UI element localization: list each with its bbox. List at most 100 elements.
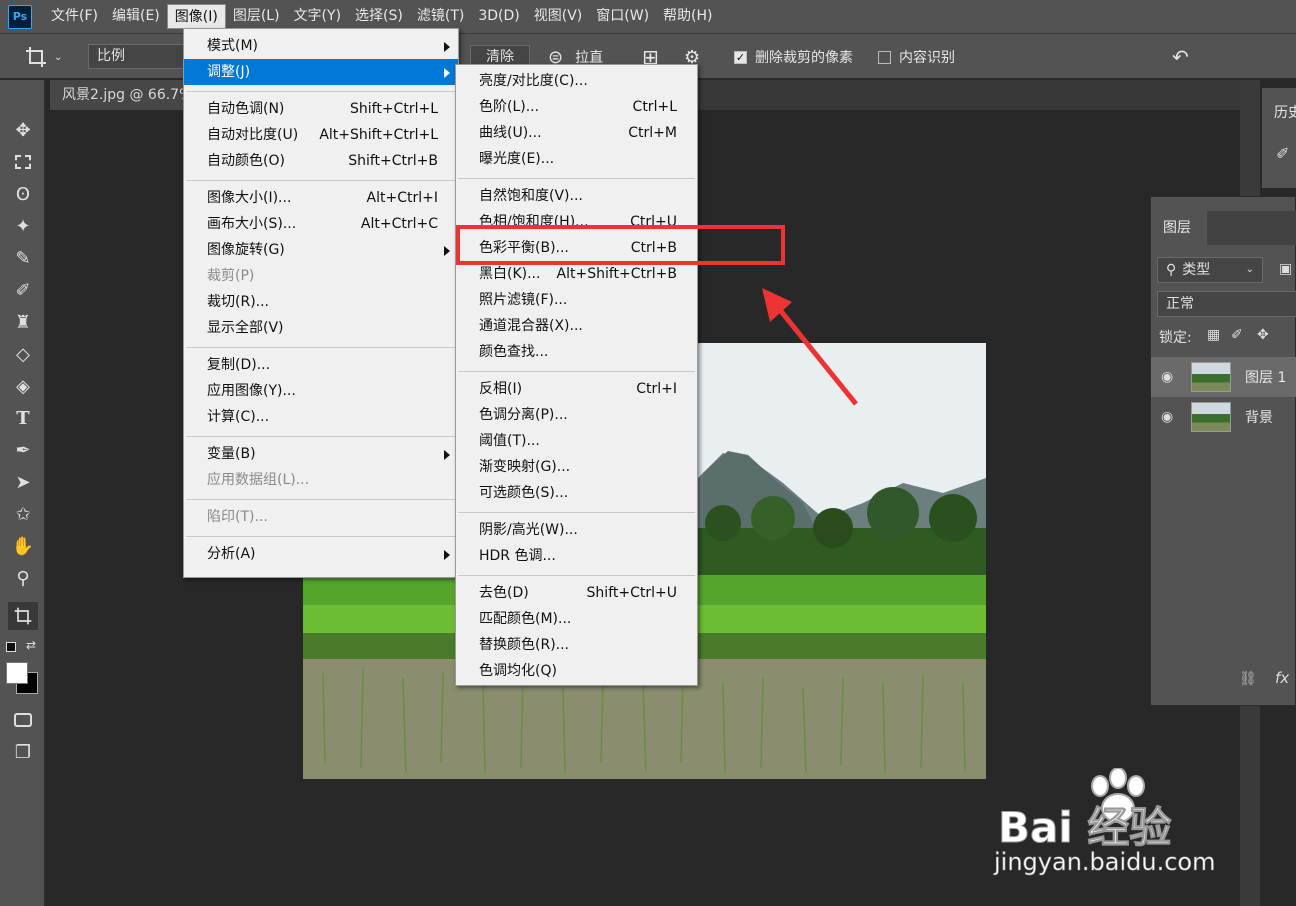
paint-bucket-tool[interactable]: ◈: [8, 372, 38, 400]
delete-cropped-pixels-toggle[interactable]: ✓ 删除裁剪的像素: [734, 34, 853, 80]
adjust_menu-item[interactable]: 去色(D) Shift+Ctrl+U: [456, 580, 697, 606]
image_menu-item[interactable]: 计算(C)...: [184, 404, 458, 430]
menu-edit[interactable]: 编辑(E): [105, 4, 167, 29]
fx-icon[interactable]: fx: [1275, 669, 1289, 687]
image_menu-item[interactable]: 画布大小(S)... Alt+Ctrl+C: [184, 211, 458, 237]
adjust_menu-item[interactable]: 照片滤镜(F)...: [456, 287, 697, 313]
crop-tool-preset[interactable]: ⌄: [24, 34, 62, 80]
menu-view[interactable]: 视图(V): [527, 4, 590, 29]
image_menu-item[interactable]: 分析(A): [184, 541, 458, 567]
marquee-tool[interactable]: [8, 148, 38, 176]
type-tool[interactable]: T: [8, 404, 38, 432]
path-selection-tool[interactable]: ➤: [8, 468, 38, 496]
image_menu-item[interactable]: 图像旋转(G): [184, 237, 458, 263]
kind-filter-select[interactable]: ⚲ 类型 ⌄: [1157, 257, 1263, 283]
brush-tool[interactable]: ✐: [8, 276, 38, 304]
blend-mode-select[interactable]: 正常: [1157, 291, 1296, 317]
eyedropper-tool[interactable]: ✎: [8, 244, 38, 272]
menu-image[interactable]: 图像(I): [166, 4, 226, 29]
layer-name: 背景: [1245, 410, 1273, 426]
adjust_menu-item[interactable]: 亮度/对比度(C)...: [456, 68, 697, 94]
default-colors-icon[interactable]: [6, 642, 16, 652]
menu-3d[interactable]: 3D(D): [471, 4, 526, 29]
adjust_menu-item[interactable]: 颜色查找...: [456, 339, 697, 365]
eye-icon[interactable]: ◉: [1161, 409, 1177, 425]
adjust_menu-item[interactable]: 反相(I) Ctrl+I: [456, 376, 697, 402]
adjust_menu-item[interactable]: 色调分离(P)...: [456, 402, 697, 428]
move-tool[interactable]: ✥: [8, 116, 38, 144]
lasso-tool[interactable]: ʘ: [8, 180, 38, 208]
adjust_menu-item[interactable]: 可选颜色(S)...: [456, 480, 697, 506]
crop-tool[interactable]: [8, 602, 38, 630]
image_menu-item[interactable]: 显示全部(V): [184, 315, 458, 341]
pen-tool[interactable]: ✒: [8, 436, 38, 464]
menu-type[interactable]: 文字(Y): [287, 4, 348, 29]
screen-mode-button[interactable]: ❐: [8, 738, 38, 766]
document-tab[interactable]: 风景2.jpg @ 66.7%: [50, 80, 200, 110]
image_menu-item-shortcut: Alt+Shift+Ctrl+L: [319, 127, 438, 143]
image_menu-item[interactable]: 模式(M): [184, 33, 458, 59]
adjust_menu-item[interactable]: 色调均化(Q): [456, 658, 697, 684]
menu-help[interactable]: 帮助(H): [656, 4, 719, 29]
adjust_menu-item[interactable]: 匹配颜色(M)...: [456, 606, 697, 632]
adjust_menu-item-label: 替换颜色(R)...: [479, 637, 570, 653]
adjust_menu-item[interactable]: 阴影/高光(W)...: [456, 517, 697, 543]
image_menu-item[interactable]: 自动颜色(O) Shift+Ctrl+B: [184, 148, 458, 174]
adjust_menu-item[interactable]: 替换颜色(R)...: [456, 632, 697, 658]
image_menu-item[interactable]: 复制(D)...: [184, 352, 458, 378]
adjust_menu-item[interactable]: 色阶(L)... Ctrl+L: [456, 94, 697, 120]
layer-row[interactable]: ◉ 图层 1: [1151, 357, 1296, 397]
content-aware-checkbox[interactable]: [878, 50, 891, 64]
link-layers-icon[interactable]: ⛓: [1239, 671, 1257, 687]
menu-select[interactable]: 选择(S): [348, 4, 410, 29]
swap-colors-icon[interactable]: ⇄: [26, 638, 36, 652]
menu-layer[interactable]: 图层(L): [226, 4, 287, 29]
layers-tab[interactable]: 图层: [1151, 211, 1207, 245]
content-aware-toggle[interactable]: 内容识别: [878, 34, 955, 80]
move-icon: ✥: [15, 119, 31, 141]
highlight-box: [456, 225, 785, 265]
quick-mask-button[interactable]: [8, 706, 38, 734]
filter-image-icon[interactable]: ▣: [1279, 261, 1292, 277]
menu-filter[interactable]: 滤镜(T): [410, 4, 471, 29]
brush-icon: ✐: [15, 279, 31, 301]
image_menu-item-label: 图像大小(I)...: [207, 190, 292, 206]
adjust_menu-item[interactable]: 阈值(T)...: [456, 428, 697, 454]
magic-wand-tool[interactable]: ✦: [8, 212, 38, 240]
adjust_menu-item-label: 可选颜色(S)...: [479, 485, 569, 501]
delete-cropped-checkbox[interactable]: ✓: [734, 50, 747, 64]
image_menu-item[interactable]: 图像大小(I)... Alt+Ctrl+I: [184, 185, 458, 211]
lock-transparent-icon[interactable]: ▦: [1207, 327, 1220, 343]
lock-move-icon[interactable]: ✥: [1257, 327, 1269, 343]
adjust_menu-item[interactable]: 曝光度(E)...: [456, 146, 697, 172]
zoom-tool[interactable]: ⚲: [8, 564, 38, 592]
adjust_menu-item[interactable]: 曲线(U)... Ctrl+M: [456, 120, 697, 146]
adjust_menu-item[interactable]: 通道混合器(X)...: [456, 313, 697, 339]
stamp-tool[interactable]: ♜: [8, 308, 38, 336]
shape-icon: ✩: [15, 503, 31, 525]
eraser-tool[interactable]: ◇: [8, 340, 38, 368]
reset-icon: ↶: [1172, 45, 1189, 69]
image_menu-item[interactable]: 调整(J): [184, 59, 458, 85]
reset-button[interactable]: ↶: [1172, 34, 1189, 80]
image_menu-item[interactable]: 自动色调(N) Shift+Ctrl+L: [184, 96, 458, 122]
menu-file[interactable]: 文件(F): [44, 4, 105, 29]
adjust_menu-item-label: 色调分离(P)...: [479, 407, 568, 423]
eye-icon[interactable]: ◉: [1161, 369, 1177, 385]
image_menu-item[interactable]: 应用图像(Y)...: [184, 378, 458, 404]
menu-window[interactable]: 窗口(W): [589, 4, 656, 29]
image_menu-item[interactable]: 裁切(R)...: [184, 289, 458, 315]
adjust_menu-item[interactable]: 自然饱和度(V)...: [456, 183, 697, 209]
image_menu-item[interactable]: 变量(B): [184, 441, 458, 467]
foreground-color-swatch[interactable]: [6, 662, 28, 684]
submenu-arrow-icon: [444, 42, 450, 52]
hand-tool[interactable]: ✋: [8, 532, 38, 560]
adjust_menu-item[interactable]: 渐变映射(G)...: [456, 454, 697, 480]
lock-brush-icon[interactable]: ✐: [1231, 327, 1243, 343]
history-tab[interactable]: 历史: [1274, 102, 1296, 122]
image_menu-item[interactable]: 自动对比度(U) Alt+Shift+Ctrl+L: [184, 122, 458, 148]
adjust_menu-item[interactable]: HDR 色调...: [456, 543, 697, 569]
layer-row[interactable]: ◉ 背景: [1151, 397, 1296, 437]
custom-shape-tool[interactable]: ✩: [8, 500, 38, 528]
ratio-select[interactable]: 比例: [88, 44, 186, 69]
